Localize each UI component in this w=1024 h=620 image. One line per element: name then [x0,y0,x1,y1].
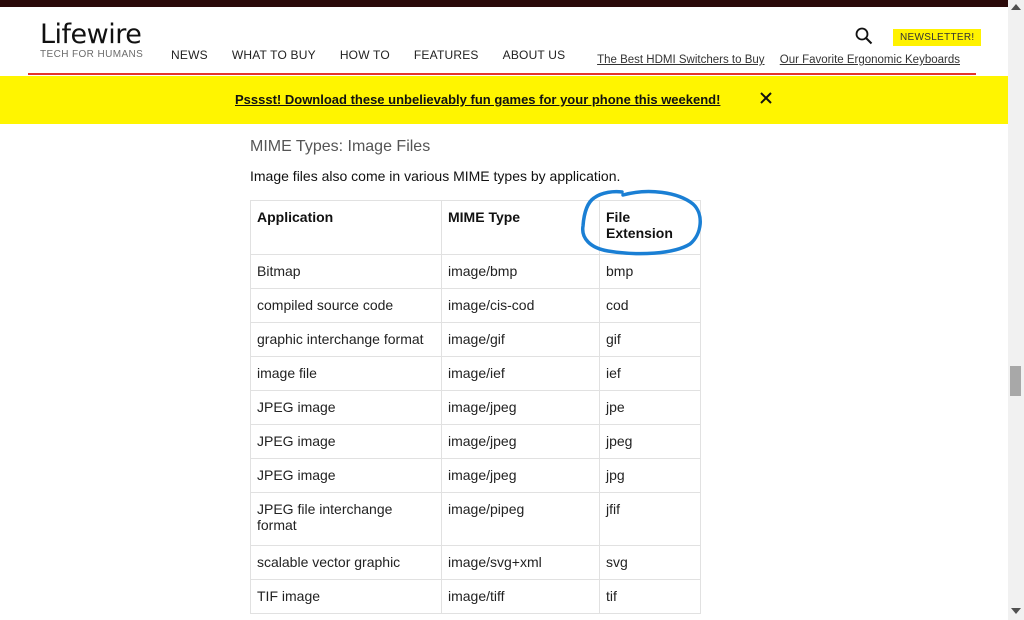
table-row: JPEG image image/jpeg jpeg [250,424,701,459]
table-row: image file image/ief ief [250,356,701,391]
mime-types-table: Application MIME Type File Extension Bit… [250,200,701,614]
cell-application: JPEG image [250,458,442,493]
cell-mime-type: image/gif [441,322,600,357]
cell-application: JPEG image [250,390,442,425]
table-row: graphic interchange format image/gif gif [250,322,701,357]
vertical-scrollbar[interactable] [1008,0,1024,620]
table-row: compiled source code image/cis-cod cod [250,288,701,323]
cell-mime-type: image/ief [441,356,600,391]
cell-mime-type: image/cis-cod [441,288,600,323]
cell-mime-type: image/bmp [441,254,600,289]
nav-how-to[interactable]: HOW TO [340,48,390,62]
cell-application: compiled source code [250,288,442,323]
scroll-down-arrow[interactable] [1011,608,1021,614]
cell-extension: bmp [599,254,701,289]
promo-banner-link[interactable]: Psssst! Download these unbelievably fun … [235,92,720,107]
header-links: The Best HDMI Switchers to Buy Our Favor… [585,54,960,66]
nav-about-us[interactable]: ABOUT US [503,48,566,62]
table-row: JPEG file interchange format image/pipeg… [250,492,701,546]
site-logo[interactable]: Lifewire [40,19,142,50]
promo-banner: Psssst! Download these unbelievably fun … [0,76,1008,124]
close-icon[interactable] [760,92,772,104]
intro-paragraph: Image files also come in various MIME ty… [250,168,621,184]
table-row: TIF image image/tiff tif [250,579,701,614]
cell-extension: jpeg [599,424,701,459]
table-row: JPEG image image/jpeg jpg [250,458,701,493]
top-strip [0,0,1008,7]
cell-mime-type: image/pipeg [441,492,600,546]
cell-mime-type: image/svg+xml [441,545,600,580]
nav-what-to-buy[interactable]: WHAT TO BUY [232,48,316,62]
section-heading: MIME Types: Image Files [250,138,431,155]
scrollbar-thumb[interactable] [1010,366,1021,396]
cell-extension: ief [599,356,701,391]
cell-application: JPEG file interchange format [250,492,442,546]
site-header: Lifewire TECH FOR HUMANS NEWS WHAT TO BU… [0,7,1008,75]
cell-extension: gif [599,322,701,357]
cell-application: Bitmap [250,254,442,289]
cell-extension: cod [599,288,701,323]
cell-mime-type: image/tiff [441,579,600,614]
cell-mime-type: image/jpeg [441,458,600,493]
main-nav: NEWS WHAT TO BUY HOW TO FEATURES ABOUT U… [171,48,589,62]
header-mime-type: MIME Type [441,200,600,255]
cell-extension: jpe [599,390,701,425]
nav-news[interactable]: NEWS [171,48,208,62]
cell-application: scalable vector graphic [250,545,442,580]
table-row: Bitmap image/bmp bmp [250,254,701,289]
search-icon[interactable] [855,27,873,45]
cell-mime-type: image/jpeg [441,390,600,425]
cell-application: JPEG image [250,424,442,459]
cell-extension: svg [599,545,701,580]
cell-mime-type: image/jpeg [441,424,600,459]
cell-extension: jfif [599,492,701,546]
link-ergonomic-keyboards[interactable]: Our Favorite Ergonomic Keyboards [780,54,960,66]
cell-application: image file [250,356,442,391]
table-row: scalable vector graphic image/svg+xml sv… [250,545,701,580]
header-application: Application [250,200,442,255]
header-divider [28,73,976,75]
table-row: JPEG image image/jpeg jpe [250,390,701,425]
cell-extension: tif [599,579,701,614]
header-file-extension: File Extension [599,200,701,255]
cell-extension: jpg [599,458,701,493]
nav-features[interactable]: FEATURES [414,48,479,62]
link-hdmi-switchers[interactable]: The Best HDMI Switchers to Buy [597,54,764,66]
cell-application: graphic interchange format [250,322,442,357]
site-tagline: TECH FOR HUMANS [40,49,144,60]
newsletter-button[interactable]: NEWSLETTER! [893,29,982,46]
scroll-up-arrow[interactable] [1011,4,1021,10]
cell-application: TIF image [250,579,442,614]
table-header-row: Application MIME Type File Extension [250,200,701,255]
